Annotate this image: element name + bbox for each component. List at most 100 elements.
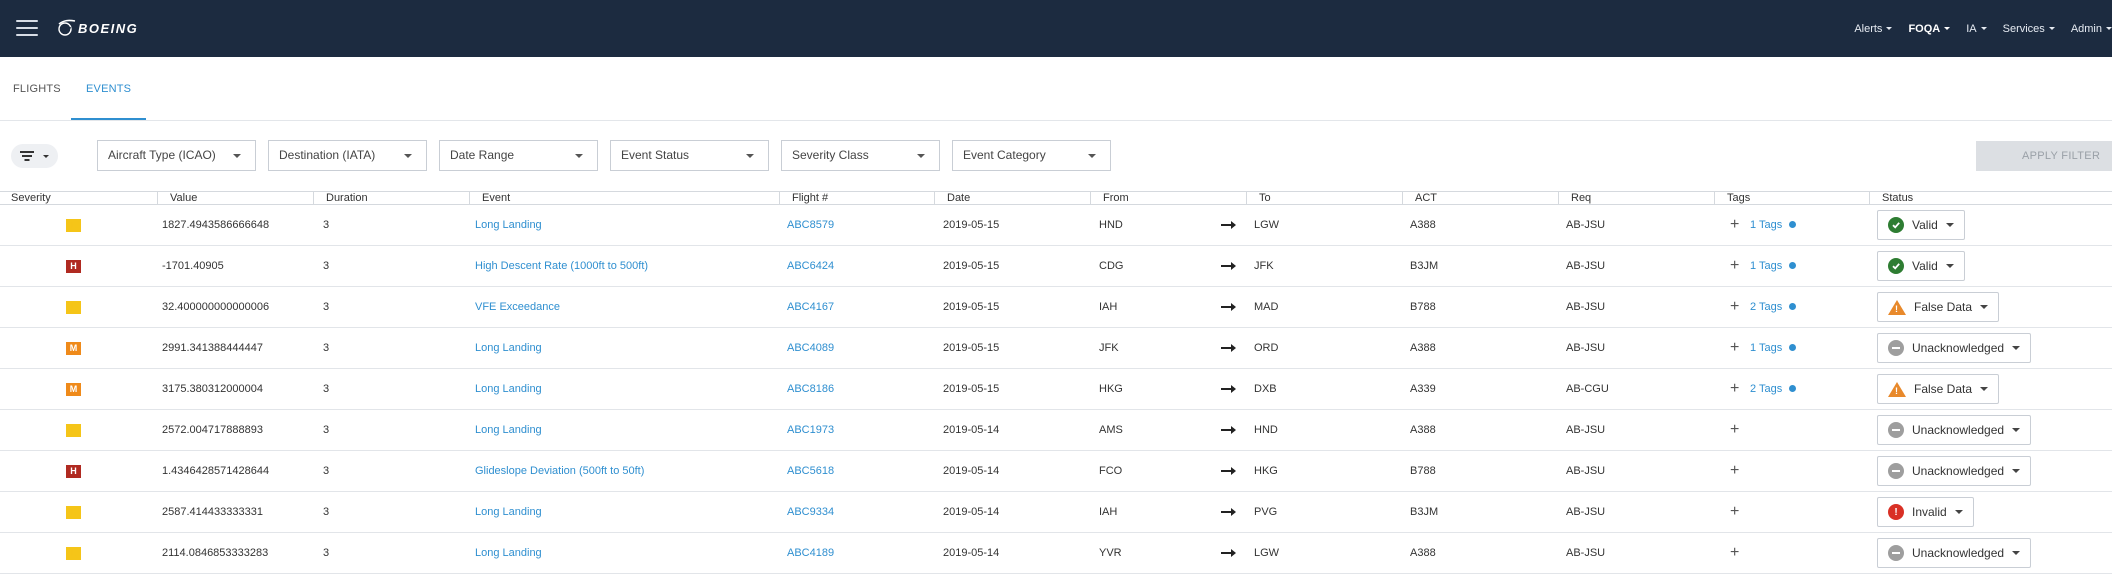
column-header-act[interactable]: ACT bbox=[1402, 192, 1558, 205]
column-header-flight[interactable]: Flight # bbox=[779, 192, 934, 205]
flight-link[interactable]: ABC4089 bbox=[787, 328, 834, 368]
table-row[interactable]: H -1701.40905 3 High Descent Rate (1000ft t… bbox=[0, 246, 2112, 287]
flight-link[interactable]: ABC1973 bbox=[787, 410, 834, 450]
event-link[interactable]: Long Landing bbox=[475, 533, 542, 573]
table-row[interactable]: H 1.4346428571428644 3 Glideslope Deviation… bbox=[0, 451, 2112, 492]
boeing-logo[interactable]: BOEING bbox=[56, 15, 138, 41]
check-circle-icon bbox=[1888, 217, 1904, 233]
column-header-event[interactable]: Event bbox=[469, 192, 779, 205]
status-dropdown[interactable]: Unacknowledged bbox=[1877, 456, 2032, 486]
event-link[interactable]: Long Landing bbox=[475, 328, 542, 368]
tags-link[interactable]: 1 Tags bbox=[1750, 246, 1797, 286]
add-tag-icon[interactable]: + bbox=[1730, 246, 1739, 286]
act-cell: A339 bbox=[1410, 383, 1436, 395]
column-header-severity[interactable]: Severity bbox=[0, 192, 157, 205]
flight-link[interactable]: ABC5618 bbox=[787, 451, 834, 491]
column-header-status[interactable]: Status bbox=[1869, 192, 2112, 205]
nav-item-ia[interactable]: IA bbox=[1966, 22, 1987, 35]
status-dropdown[interactable]: Unacknowledged bbox=[1877, 538, 2032, 568]
filter-destination-iata-dropdown[interactable]: Destination (IATA) bbox=[268, 140, 427, 171]
filter-toggle-button[interactable] bbox=[11, 144, 58, 168]
add-tag-icon[interactable]: + bbox=[1730, 533, 1739, 573]
column-header-to[interactable]: To bbox=[1246, 192, 1402, 205]
filter-event-status-dropdown[interactable]: Event Status bbox=[610, 140, 769, 171]
table-row[interactable]: L 2572.004717888893 3 Long Landing ABC1973 20… bbox=[0, 410, 2112, 451]
add-tag-icon[interactable]: + bbox=[1730, 451, 1739, 491]
chevron-down-icon bbox=[233, 154, 241, 158]
tags-link[interactable]: 1 Tags bbox=[1750, 205, 1797, 245]
req-cell: AB-CGU bbox=[1566, 383, 1609, 395]
chevron-down-icon bbox=[2012, 346, 2021, 350]
logo-text: BOEING bbox=[78, 20, 139, 36]
act-cell: A388 bbox=[1410, 219, 1436, 231]
table-row[interactable]: L 2587.414433333331 3 Long Landing ABC9334 20… bbox=[0, 492, 2112, 533]
table-row[interactable]: L 1827.4943586666648 3 Long Landing ABC8579 2… bbox=[0, 205, 2112, 246]
tags-link[interactable]: 1 Tags bbox=[1750, 328, 1797, 368]
event-link[interactable]: Long Landing bbox=[475, 205, 542, 245]
duration-cell: 3 bbox=[323, 506, 330, 518]
add-tag-icon[interactable]: + bbox=[1730, 369, 1739, 409]
status-dropdown[interactable]: ! False Data bbox=[1877, 292, 2000, 322]
duration-cell: 3 bbox=[323, 219, 330, 231]
from-cell: FCO bbox=[1099, 465, 1123, 477]
status-dropdown[interactable]: Valid bbox=[1877, 251, 1965, 281]
table-row[interactable]: M 2991.341388444447 3 Long Landing ABC4089 20… bbox=[0, 328, 2112, 369]
event-link[interactable]: High Descent Rate (1000ft to 500ft) bbox=[475, 246, 648, 286]
column-header-duration[interactable]: Duration bbox=[313, 192, 469, 205]
nav-item-label: IA bbox=[1966, 22, 1977, 35]
event-link[interactable]: Long Landing bbox=[475, 410, 542, 450]
apply-filter-button[interactable]: APPLY FILTER bbox=[1976, 141, 2112, 171]
chevron-down-icon bbox=[2012, 428, 2021, 432]
filter-label: Event Status bbox=[621, 148, 690, 162]
filter-date-range-dropdown[interactable]: Date Range bbox=[439, 140, 598, 171]
top-bar: BOEING Alerts FOQA IA Services Admin bbox=[0, 0, 2112, 57]
column-header-date[interactable]: Date bbox=[934, 192, 1090, 205]
chevron-down-icon bbox=[1980, 27, 1987, 30]
add-tag-icon[interactable]: + bbox=[1730, 492, 1739, 532]
tab-flights[interactable]: FLIGHTS bbox=[13, 57, 61, 120]
column-header-req[interactable]: Req bbox=[1558, 192, 1714, 205]
event-link[interactable]: Glideslope Deviation (500ft to 50ft) bbox=[475, 451, 644, 491]
req-cell: AB-JSU bbox=[1566, 301, 1606, 313]
flight-link[interactable]: ABC8186 bbox=[787, 369, 834, 409]
tags-link[interactable]: 2 Tags bbox=[1750, 287, 1797, 327]
add-tag-icon[interactable]: + bbox=[1730, 287, 1739, 327]
column-header-value[interactable]: Value bbox=[157, 192, 313, 205]
hamburger-menu-icon[interactable] bbox=[16, 20, 38, 37]
status-dropdown[interactable]: Valid bbox=[1877, 210, 1965, 240]
flight-link[interactable]: ABC9334 bbox=[787, 492, 834, 532]
table-row[interactable]: M 3175.380312000004 3 Long Landing ABC8186 20… bbox=[0, 369, 2112, 410]
add-tag-icon[interactable]: + bbox=[1730, 205, 1739, 245]
nav-item-foqa[interactable]: FOQA bbox=[1908, 23, 1951, 35]
event-link[interactable]: Long Landing bbox=[475, 369, 542, 409]
nav-item-admin[interactable]: Admin bbox=[2071, 23, 2112, 35]
add-tag-icon[interactable]: + bbox=[1730, 410, 1739, 450]
tab-events[interactable]: EVENTS bbox=[71, 57, 147, 120]
column-header-tags[interactable]: Tags bbox=[1714, 192, 1869, 205]
event-link[interactable]: VFE Exceedance bbox=[475, 287, 560, 327]
status-dropdown[interactable]: Unacknowledged bbox=[1877, 333, 2032, 363]
tags-link[interactable]: 2 Tags bbox=[1750, 369, 1797, 409]
filter-severity-class-dropdown[interactable]: Severity Class bbox=[781, 140, 940, 171]
value-cell: 3175.380312000004 bbox=[162, 383, 263, 395]
nav-item-alerts[interactable]: Alerts bbox=[1854, 23, 1893, 35]
event-link[interactable]: Long Landing bbox=[475, 492, 542, 532]
chevron-down-icon bbox=[917, 154, 925, 158]
flight-link[interactable]: ABC4167 bbox=[787, 287, 834, 327]
nav-item-services[interactable]: Services bbox=[2003, 23, 2055, 35]
add-tag-icon[interactable]: + bbox=[1730, 328, 1739, 368]
table-row[interactable]: L 2114.0846853333283 3 Long Landing ABC4189 2… bbox=[0, 533, 2112, 574]
flight-link[interactable]: ABC8579 bbox=[787, 205, 834, 245]
column-header-from[interactable]: From bbox=[1090, 192, 1246, 205]
table-row[interactable]: L 32.400000000000006 3 VFE Exceedance ABC416… bbox=[0, 287, 2112, 328]
flight-link[interactable]: ABC6424 bbox=[787, 246, 834, 286]
status-dropdown[interactable]: Unacknowledged bbox=[1877, 415, 2032, 445]
filter-aircraft-type-icao-dropdown[interactable]: Aircraft Type (ICAO) bbox=[97, 140, 256, 171]
chevron-down-icon bbox=[1945, 264, 1954, 268]
flight-link[interactable]: ABC4189 bbox=[787, 533, 834, 573]
status-dropdown[interactable]: ! False Data bbox=[1877, 374, 2000, 404]
status-dropdown[interactable]: ! Invalid bbox=[1877, 497, 1974, 527]
duration-cell: 3 bbox=[323, 342, 330, 354]
filter-event-category-dropdown[interactable]: Event Category bbox=[952, 140, 1111, 171]
date-cell: 2019-05-14 bbox=[943, 465, 1000, 477]
